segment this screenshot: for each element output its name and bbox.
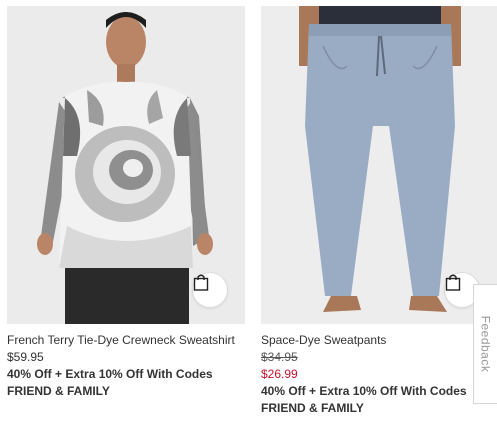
product-image-sweatpants[interactable] [261, 6, 497, 324]
sale-price: $26.99 [261, 367, 298, 381]
promo-text: 40% Off + Extra 10% Off With Codes [261, 384, 467, 398]
feedback-tab[interactable]: Feedback [473, 284, 497, 404]
product-card-sweatpants[interactable]: Space-Dye Sweatpants $34.95 $26.99 40% O… [261, 6, 497, 417]
original-price: $34.95 [261, 350, 298, 364]
promo-code: FRIEND & FAMILY [7, 384, 110, 398]
promo-code: FRIEND & FAMILY [261, 401, 364, 415]
feedback-label: Feedback [478, 315, 493, 373]
product-price: $59.95 [7, 350, 44, 364]
add-to-bag-button[interactable] [192, 272, 228, 308]
shopping-bag-icon [193, 274, 209, 291]
product-image-sweatshirt[interactable] [7, 6, 245, 324]
promo-text: 40% Off + Extra 10% Off With Codes [7, 367, 213, 381]
product-name[interactable]: French Terry Tie-Dye Crewneck Sweatshirt [7, 332, 245, 349]
product-name[interactable]: Space-Dye Sweatpants [261, 332, 497, 349]
shopping-bag-icon [445, 274, 461, 291]
product-card-sweatshirt[interactable]: French Terry Tie-Dye Crewneck Sweatshirt… [7, 6, 245, 400]
